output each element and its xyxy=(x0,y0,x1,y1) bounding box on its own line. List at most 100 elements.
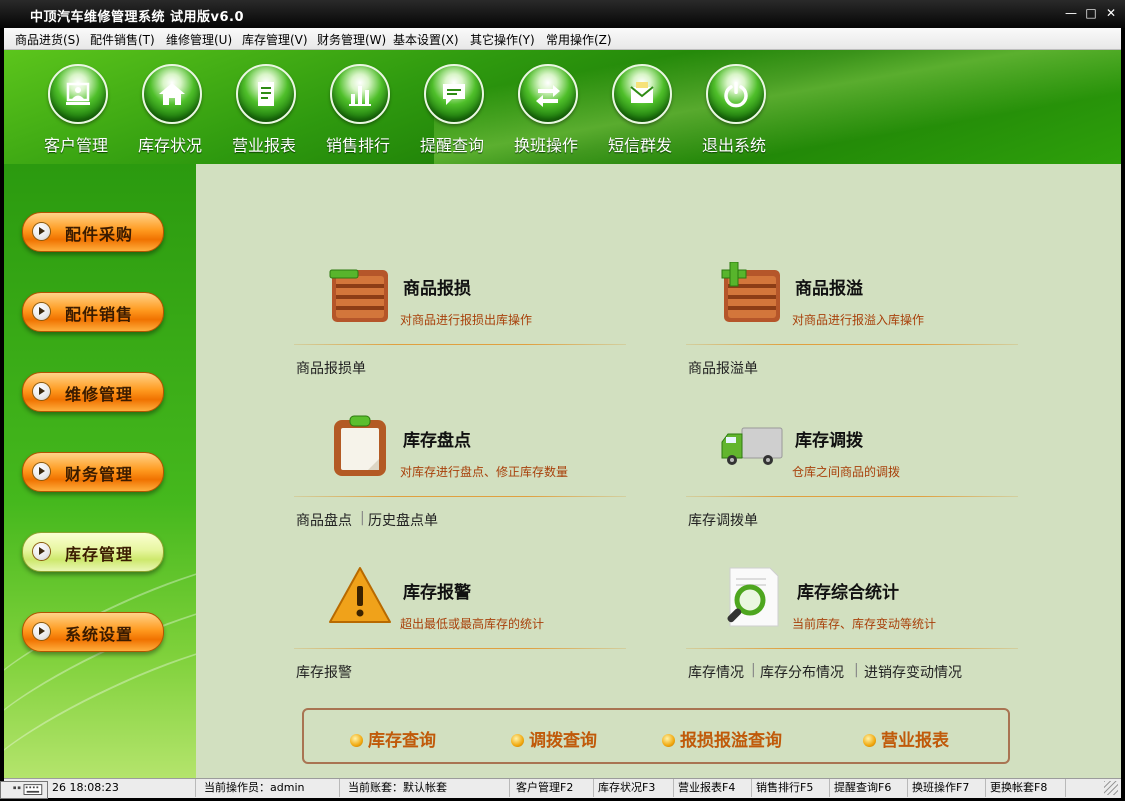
card-description: 对商品进行报溢入库操作 xyxy=(792,313,925,327)
shortcut-inventory[interactable]: 库存状况F3 xyxy=(594,779,674,797)
card-title[interactable]: 库存综合统计 xyxy=(797,578,899,603)
sms-icon xyxy=(612,64,672,124)
sidebar-item-finance-management[interactable]: 财务管理 xyxy=(22,452,164,492)
toolbar-exit-system[interactable]: 退出系统 xyxy=(694,62,774,158)
link-stock-distribution[interactable]: 库存分布情况 xyxy=(760,662,844,682)
divider xyxy=(686,344,1018,345)
link-transfer-list[interactable]: 库存调拨单 xyxy=(688,510,758,530)
card-title[interactable]: 库存报警 xyxy=(403,578,471,603)
status-bar: 26 18:08:23 当前操作员：admin 当前账套：默认帐套 客户管理F2… xyxy=(4,778,1121,798)
quick-query-business-report[interactable]: 营业报表 xyxy=(863,726,949,751)
shortcut-switch-account[interactable]: 更换帐套F8 xyxy=(986,779,1066,797)
toolbar-label: 营业报表 xyxy=(231,136,296,155)
magnifier-icon[interactable] xyxy=(720,564,784,628)
card-description: 对库存进行盘点、修正库存数量 xyxy=(400,465,569,479)
card-description: 当前库存、库存变动等统计 xyxy=(792,617,937,631)
resize-grip-icon[interactable] xyxy=(1104,781,1118,795)
card-description: 对商品进行报损出库操作 xyxy=(400,313,533,327)
link-stock-status[interactable]: 库存情况 xyxy=(688,662,744,682)
menu-parts-sales[interactable]: 配件销售(T) xyxy=(90,31,155,48)
toolbar-shift-change[interactable]: 换班操作 xyxy=(506,62,586,158)
message-icon xyxy=(424,64,484,124)
sidebar-item-inventory-management[interactable]: 库存管理 xyxy=(22,532,164,572)
menu-goods-purchase[interactable]: 商品进货(S) xyxy=(15,31,80,48)
shortcut-customer[interactable]: 客户管理F2 xyxy=(512,779,594,797)
toolbar-label: 退出系统 xyxy=(701,136,766,155)
warning-icon[interactable] xyxy=(328,564,392,628)
main-toolbar: 客户管理 库存状况 营业报表 销售排行 提醒查询 换班操作 短信群发 退出系统 xyxy=(4,50,1121,164)
link-stock-movement[interactable]: 进销存变动情况 xyxy=(864,662,962,682)
customer-icon xyxy=(48,64,108,124)
link-stock-count[interactable]: 商品盘点 xyxy=(296,510,352,530)
toolbar-reminder-query[interactable]: 提醒查询 xyxy=(412,62,492,158)
title-bar: 中顶汽车维修管理系统 试用版v6.0 — □ ✕ xyxy=(0,0,1125,28)
toolbar-label: 销售排行 xyxy=(325,136,390,155)
toolbar-inventory-status[interactable]: 库存状况 xyxy=(130,62,210,158)
window-title: 中顶汽车维修管理系统 试用版v6.0 xyxy=(30,10,245,25)
card-title[interactable]: 库存盘点 xyxy=(403,426,471,451)
status-account: 当前账套：默认帐套 xyxy=(344,779,510,797)
menu-common[interactable]: 常用操作(Z) xyxy=(546,31,612,48)
menu-inventory[interactable]: 库存管理(V) xyxy=(242,31,308,48)
card-title[interactable]: 库存调拨 xyxy=(795,426,863,451)
sidebar-item-label: 维修管理 xyxy=(65,385,134,404)
card-title[interactable]: 商品报溢 xyxy=(795,274,863,299)
toolbar-customer-management[interactable]: 客户管理 xyxy=(36,62,116,158)
shortcut-reminder[interactable]: 提醒查询F6 xyxy=(830,779,908,797)
minimize-button[interactable]: — xyxy=(1062,5,1080,21)
bullet-icon xyxy=(350,734,363,747)
menu-other[interactable]: 其它操作(Y) xyxy=(470,31,535,48)
close-button[interactable]: ✕ xyxy=(1102,5,1120,21)
shortcut-ranking[interactable]: 销售排行F5 xyxy=(752,779,830,797)
divider xyxy=(294,344,626,345)
link-overflow-report-list[interactable]: 商品报溢单 xyxy=(688,358,758,378)
play-icon xyxy=(33,463,50,480)
sidebar-item-repair-management[interactable]: 维修管理 xyxy=(22,372,164,412)
toolbar-sales-ranking[interactable]: 销售排行 xyxy=(318,62,398,158)
card-description: 超出最低或最高库存的统计 xyxy=(400,617,545,631)
toolbar-business-report[interactable]: 营业报表 xyxy=(224,62,304,158)
main-panel: 商品报损 对商品进行报损出库操作 商品报损单 商品报溢 对商品进行报溢入库操作 … xyxy=(196,164,1121,778)
status-datetime: 26 18:08:23 xyxy=(48,779,196,797)
sidebar: 配件采购 配件销售 维修管理 财务管理 库存管理 系统设置 xyxy=(4,164,196,778)
crate-minus-icon[interactable] xyxy=(328,262,392,326)
bar-chart-icon xyxy=(330,64,390,124)
play-icon xyxy=(33,543,50,560)
link-count-history[interactable]: 历史盘点单 xyxy=(368,510,438,530)
shortcut-report[interactable]: 营业报表F4 xyxy=(674,779,752,797)
menu-repair[interactable]: 维修管理(U) xyxy=(166,31,232,48)
toolbar-label: 短信群发 xyxy=(607,136,672,155)
link-separator: | xyxy=(360,510,365,526)
play-icon xyxy=(33,623,50,640)
truck-icon[interactable] xyxy=(720,416,784,480)
card-title[interactable]: 商品报损 xyxy=(403,274,471,299)
maximize-button[interactable]: □ xyxy=(1082,5,1100,21)
crate-plus-icon[interactable] xyxy=(720,261,784,326)
clipboard-icon[interactable] xyxy=(328,414,392,478)
toolbar-sms-broadcast[interactable]: 短信群发 xyxy=(600,62,680,158)
quick-query-damage-overflow[interactable]: 报损报溢查询 xyxy=(662,726,782,751)
quick-query-transfer[interactable]: 调拨查询 xyxy=(511,726,597,751)
sidebar-item-label: 财务管理 xyxy=(65,465,134,484)
sidebar-item-label: 配件销售 xyxy=(65,305,134,324)
menu-bar: 商品进货(S) 配件销售(T) 维修管理(U) 库存管理(V) 财务管理(W) … xyxy=(4,28,1121,50)
sidebar-item-system-settings[interactable]: 系统设置 xyxy=(22,612,164,652)
quick-query-stock[interactable]: 库存查询 xyxy=(350,726,436,751)
divider xyxy=(686,496,1018,497)
shortcut-shift[interactable]: 换班操作F7 xyxy=(908,779,986,797)
swap-arrows-icon xyxy=(518,64,578,124)
toolbar-label: 客户管理 xyxy=(43,136,108,155)
report-icon xyxy=(236,64,296,124)
link-damage-report-list[interactable]: 商品报损单 xyxy=(296,358,366,378)
menu-basic-settings[interactable]: 基本设置(X) xyxy=(393,31,459,48)
status-operator: 当前操作员：admin xyxy=(200,779,340,797)
sidebar-item-parts-purchase[interactable]: 配件采购 xyxy=(22,212,164,252)
bullet-icon xyxy=(511,734,524,747)
link-separator: | xyxy=(751,662,756,678)
sidebar-item-parts-sales[interactable]: 配件销售 xyxy=(22,292,164,332)
link-stock-alert[interactable]: 库存报警 xyxy=(296,662,352,682)
menu-finance[interactable]: 财务管理(W) xyxy=(317,31,386,48)
toolbar-label: 库存状况 xyxy=(137,136,202,155)
keyboard-icon[interactable] xyxy=(0,781,48,799)
play-icon xyxy=(33,223,50,240)
